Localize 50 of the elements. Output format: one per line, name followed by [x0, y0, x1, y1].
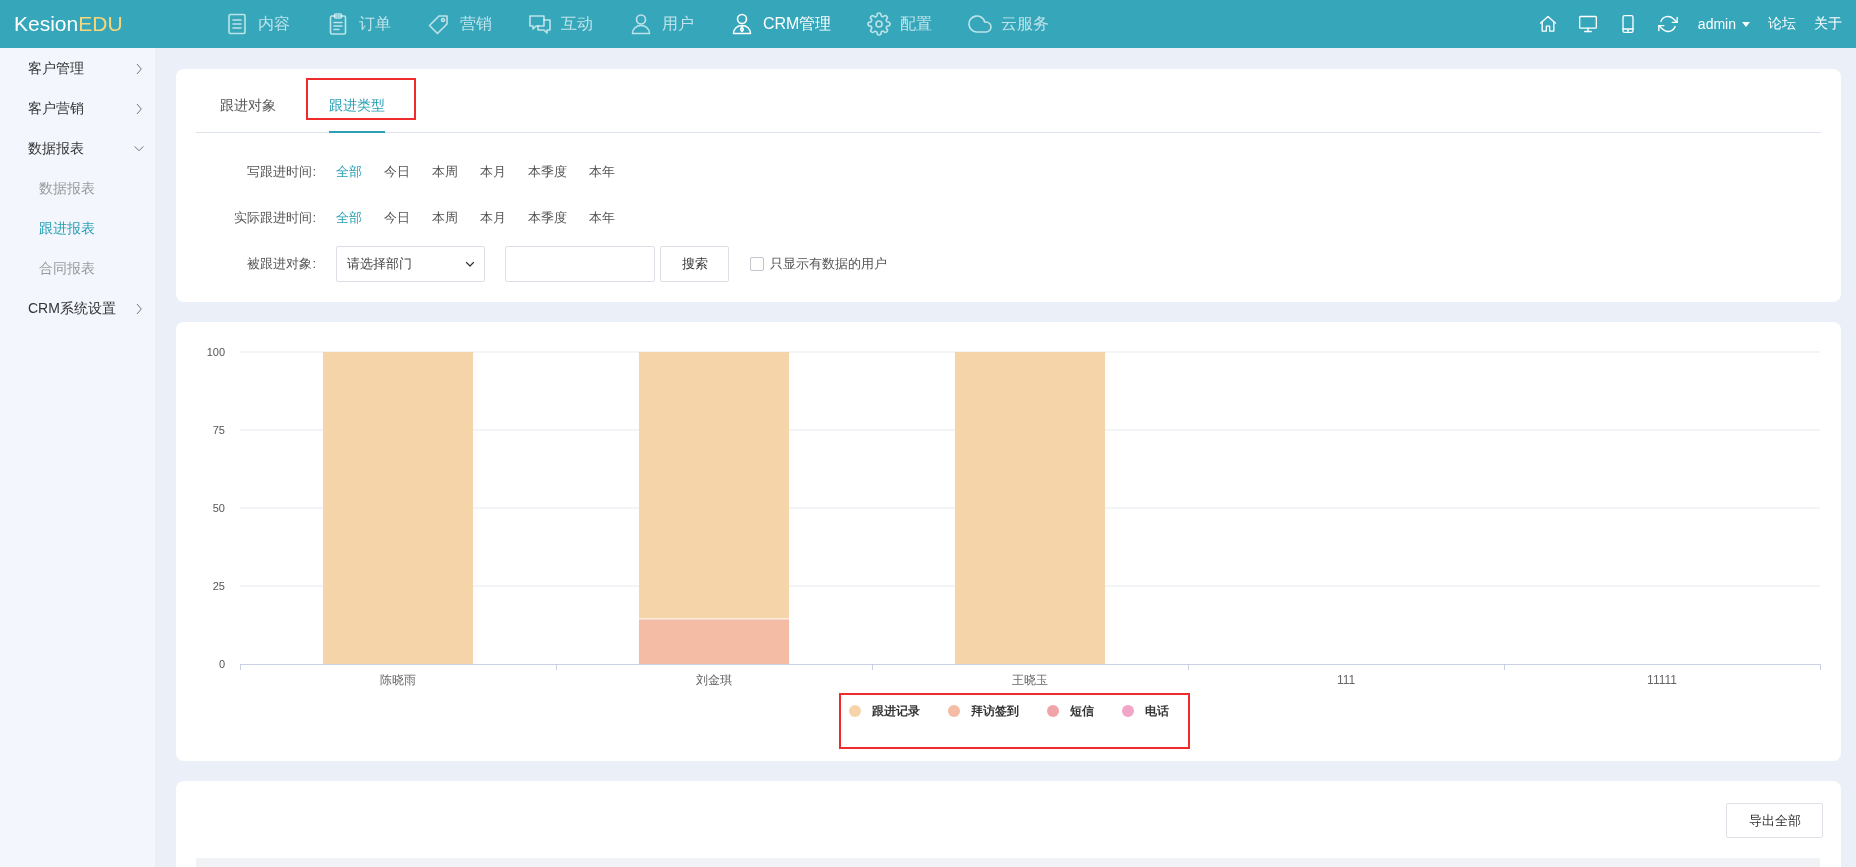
checkbox-label: 只显示有数据的用户	[770, 255, 887, 273]
filter-option[interactable]: 本年	[589, 209, 615, 227]
sidebar-item[interactable]: 客户管理	[0, 49, 155, 89]
refresh-icon[interactable]	[1657, 14, 1678, 34]
department-select[interactable]: 请选择部门	[336, 246, 485, 282]
search-button[interactable]: 搜索	[660, 246, 729, 282]
logo: KesionEDU	[13, 11, 124, 37]
export-button[interactable]: 导出全部	[1726, 803, 1823, 838]
user-icon	[629, 12, 653, 36]
sidebar-item[interactable]: 客户营销	[0, 89, 155, 129]
filter-option[interactable]: 本周	[432, 209, 458, 227]
filter-option[interactable]: 今日	[384, 163, 410, 181]
monitor-icon[interactable]	[1577, 14, 1598, 34]
filter-option[interactable]: 今日	[384, 209, 410, 227]
filter-option[interactable]: 本周	[432, 163, 458, 181]
filter-option[interactable]: 本月	[480, 209, 506, 227]
chat-bubbles-icon	[528, 12, 552, 36]
x-axis-label: 刘金琪	[696, 673, 732, 687]
filter-option[interactable]: 本月	[480, 163, 506, 181]
checkbox[interactable]	[750, 257, 764, 271]
x-axis-label: 王晓玉	[1012, 673, 1048, 687]
document-icon	[225, 12, 249, 36]
caret-down-icon	[1742, 21, 1750, 27]
tab[interactable]: 跟进对象	[220, 69, 276, 133]
cloud-icon	[968, 12, 993, 36]
y-axis-label: 25	[212, 580, 225, 592]
person-with-tie-icon	[730, 12, 754, 36]
x-axis-label: 陈晓雨	[380, 673, 416, 687]
legend-item[interactable]: 电话	[1121, 702, 1169, 720]
search-input[interactable]	[505, 246, 655, 282]
legend-item[interactable]: 拜访签到	[947, 702, 1019, 720]
y-axis-label: 0	[218, 658, 225, 670]
filter-label: 写跟进时间:	[246, 163, 316, 181]
filter-option[interactable]: 本季度	[528, 209, 567, 227]
x-axis-label: 111	[1336, 673, 1356, 687]
y-axis-label: 75	[212, 424, 225, 436]
filter-option[interactable]: 本年	[589, 163, 615, 181]
x-axis-label: 11111	[1647, 673, 1677, 687]
y-axis-label: 50	[212, 502, 225, 514]
legend-item[interactable]: 跟进记录	[848, 702, 920, 720]
y-axis-label: 100	[206, 346, 225, 358]
tag-icon	[427, 12, 451, 36]
filter-option[interactable]: 本季度	[528, 163, 567, 181]
filter-label: 被跟进对象:	[246, 255, 316, 273]
settings-icon	[867, 12, 892, 36]
home-icon[interactable]	[1537, 14, 1558, 34]
filter-label: 实际跟进时间:	[233, 209, 316, 227]
sidebar-item[interactable]: 数据报表	[0, 129, 155, 169]
sidebar-item[interactable]: CRM系统设置	[0, 289, 155, 329]
legend-item[interactable]: 短信	[1046, 702, 1094, 720]
